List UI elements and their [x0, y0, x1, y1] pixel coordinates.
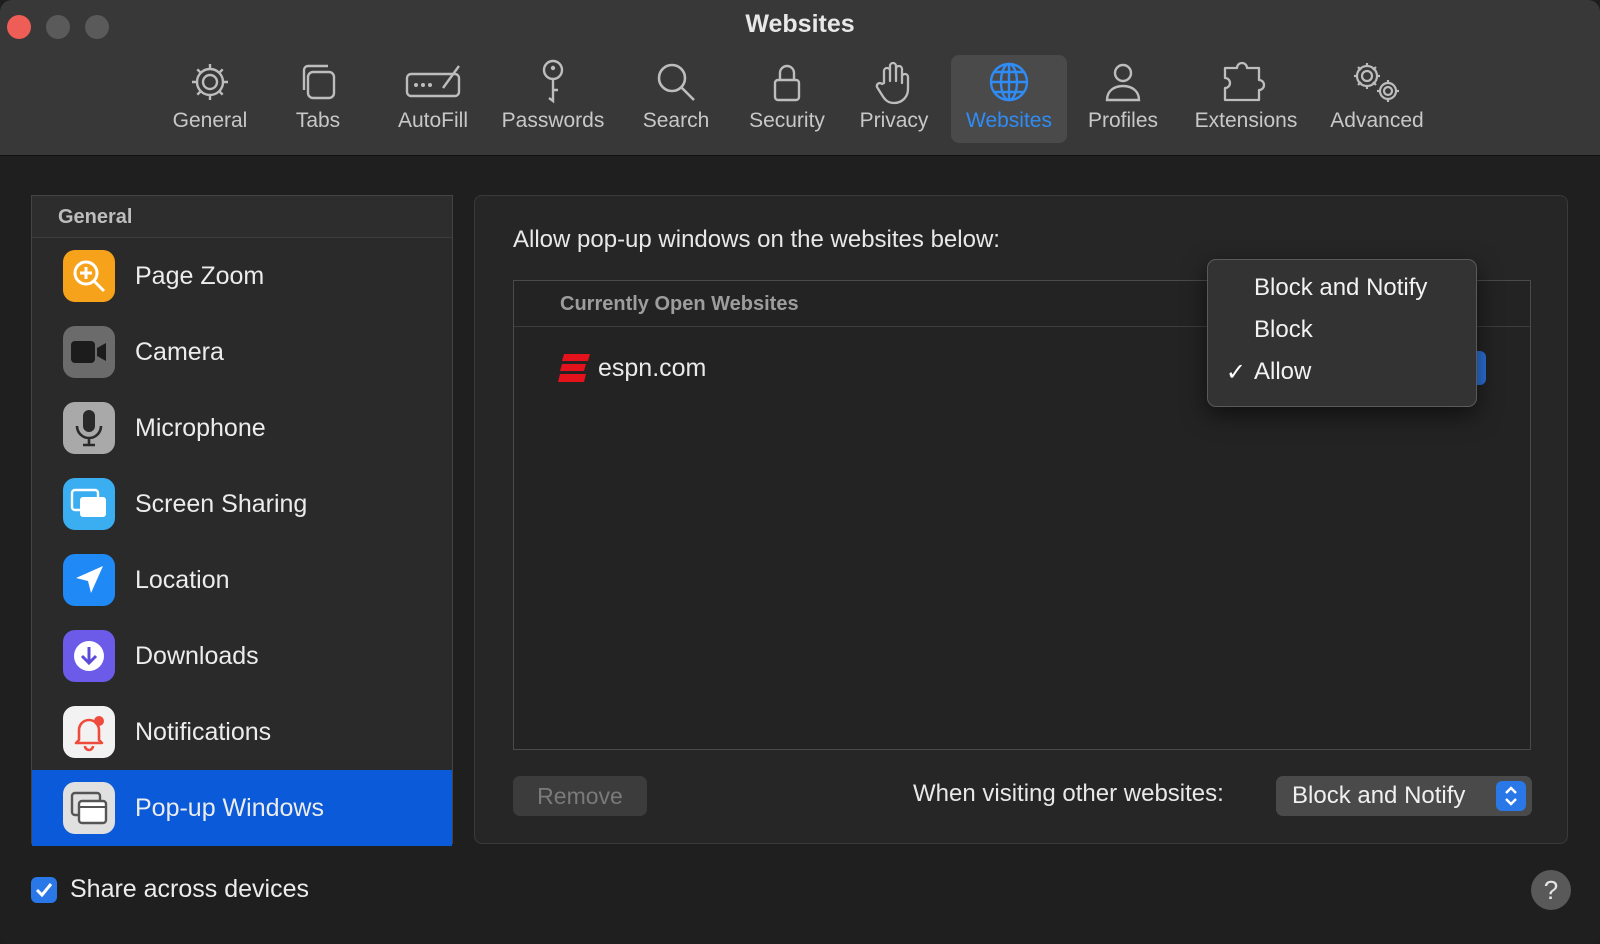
hand-icon — [874, 55, 914, 109]
sidebar-item-popup-windows[interactable]: Pop-up Windows — [32, 770, 452, 846]
key-icon — [538, 55, 568, 109]
visiting-label: When visiting other websites: — [913, 780, 1224, 807]
sidebar-item-label: Screen Sharing — [135, 489, 308, 518]
popup-windows-icon — [63, 782, 115, 834]
sidebar-item-screen-sharing[interactable]: Screen Sharing — [32, 466, 452, 542]
tab-advanced-label: Advanced — [1330, 109, 1424, 132]
espn-icon — [558, 352, 590, 384]
magnifier-icon — [654, 55, 698, 109]
tab-autofill[interactable]: AutoFill — [383, 55, 483, 143]
tab-profiles[interactable]: Profiles — [1077, 55, 1169, 143]
visiting-select[interactable]: Block and Notify — [1276, 776, 1532, 816]
puzzle-icon — [1221, 55, 1271, 109]
gear-icon — [188, 55, 232, 109]
tab-search[interactable]: Search — [633, 55, 719, 143]
person-icon — [1103, 55, 1143, 109]
sidebar-item-microphone[interactable]: Microphone — [32, 390, 452, 466]
sidebar-item-label: Pop-up Windows — [135, 793, 324, 822]
menu-item-allow[interactable]: ✓ Allow — [1208, 352, 1476, 392]
sidebar-section-header: General — [32, 196, 452, 238]
panel-title: Allow pop-up windows on the websites bel… — [513, 226, 1000, 253]
sidebar-item-location[interactable]: Location — [32, 542, 452, 618]
share-across-devices[interactable]: Share across devices — [31, 875, 309, 904]
lock-icon — [770, 55, 804, 109]
location-icon — [63, 554, 115, 606]
popup-policy-menu: Block and Notify Block ✓ Allow — [1207, 259, 1477, 407]
website-name: espn.com — [598, 353, 707, 382]
help-button[interactable]: ? — [1531, 870, 1571, 910]
sidebar-item-label: Camera — [135, 337, 224, 366]
menu-item-block-and-notify[interactable]: Block and Notify — [1208, 268, 1476, 308]
visiting-select-value: Block and Notify — [1292, 782, 1466, 809]
sidebar-item-label: Notifications — [135, 717, 272, 746]
sidebar: General Page Zoom Camera Microphone Scre… — [31, 195, 453, 846]
remove-button[interactable]: Remove — [513, 776, 647, 816]
preferences-window: Websites General Tabs AutoFill Passwords… — [0, 0, 1600, 944]
tab-privacy-label: Privacy — [859, 109, 929, 132]
tab-websites[interactable]: Websites — [951, 55, 1067, 143]
tab-search-label: Search — [642, 109, 710, 132]
website-popup-select[interactable] — [1476, 351, 1486, 385]
tab-tabs-label: Tabs — [295, 109, 341, 132]
checkmark-icon: ✓ — [1225, 358, 1246, 386]
preferences-tabs: General Tabs AutoFill Passwords Search S… — [0, 55, 1600, 145]
gears-icon — [1350, 55, 1404, 109]
sidebar-item-notifications[interactable]: Notifications — [32, 694, 452, 770]
sidebar-item-page-zoom[interactable]: Page Zoom — [32, 238, 452, 314]
menu-item-label: Block and Notify — [1254, 274, 1428, 301]
share-label: Share across devices — [70, 875, 310, 903]
microphone-icon — [63, 402, 115, 454]
autofill-icon — [403, 55, 463, 109]
tab-security-label: Security — [749, 109, 825, 132]
tab-autofill-label: AutoFill — [397, 109, 469, 132]
tab-privacy[interactable]: Privacy — [850, 55, 938, 143]
screen-sharing-icon — [63, 478, 115, 530]
zoom-icon — [63, 250, 115, 302]
sidebar-item-label: Page Zoom — [135, 261, 265, 290]
sidebar-item-label: Microphone — [135, 413, 266, 442]
tab-advanced[interactable]: Advanced — [1321, 55, 1433, 143]
tab-websites-label: Websites — [966, 109, 1052, 132]
tabs-icon — [296, 55, 340, 109]
sidebar-item-label: Downloads — [135, 641, 259, 670]
tab-extensions-label: Extensions — [1194, 109, 1298, 132]
share-checkbox[interactable] — [31, 876, 57, 903]
window-title: Websites — [745, 10, 855, 38]
sidebar-item-downloads[interactable]: Downloads — [32, 618, 452, 694]
updown-chevron-icon — [1496, 781, 1526, 811]
menu-item-label: Block — [1254, 316, 1313, 343]
downloads-icon — [63, 630, 115, 682]
tab-extensions[interactable]: Extensions — [1187, 55, 1305, 143]
toolbar: Websites General Tabs AutoFill Passwords… — [0, 0, 1600, 156]
tab-passwords[interactable]: Passwords — [495, 55, 611, 143]
sidebar-item-camera[interactable]: Camera — [32, 314, 452, 390]
notifications-icon — [63, 706, 115, 758]
globe-icon — [987, 55, 1031, 109]
menu-item-block[interactable]: Block — [1208, 310, 1476, 350]
tab-passwords-label: Passwords — [501, 109, 605, 132]
tab-tabs[interactable]: Tabs — [280, 55, 356, 143]
menu-item-label: Allow — [1254, 358, 1312, 385]
tab-general-label: General — [172, 109, 248, 132]
tab-security[interactable]: Security — [739, 55, 835, 143]
sidebar-item-label: Location — [135, 565, 230, 594]
tab-general[interactable]: General — [163, 55, 257, 143]
tab-profiles-label: Profiles — [1087, 109, 1159, 132]
camera-icon — [63, 326, 115, 378]
